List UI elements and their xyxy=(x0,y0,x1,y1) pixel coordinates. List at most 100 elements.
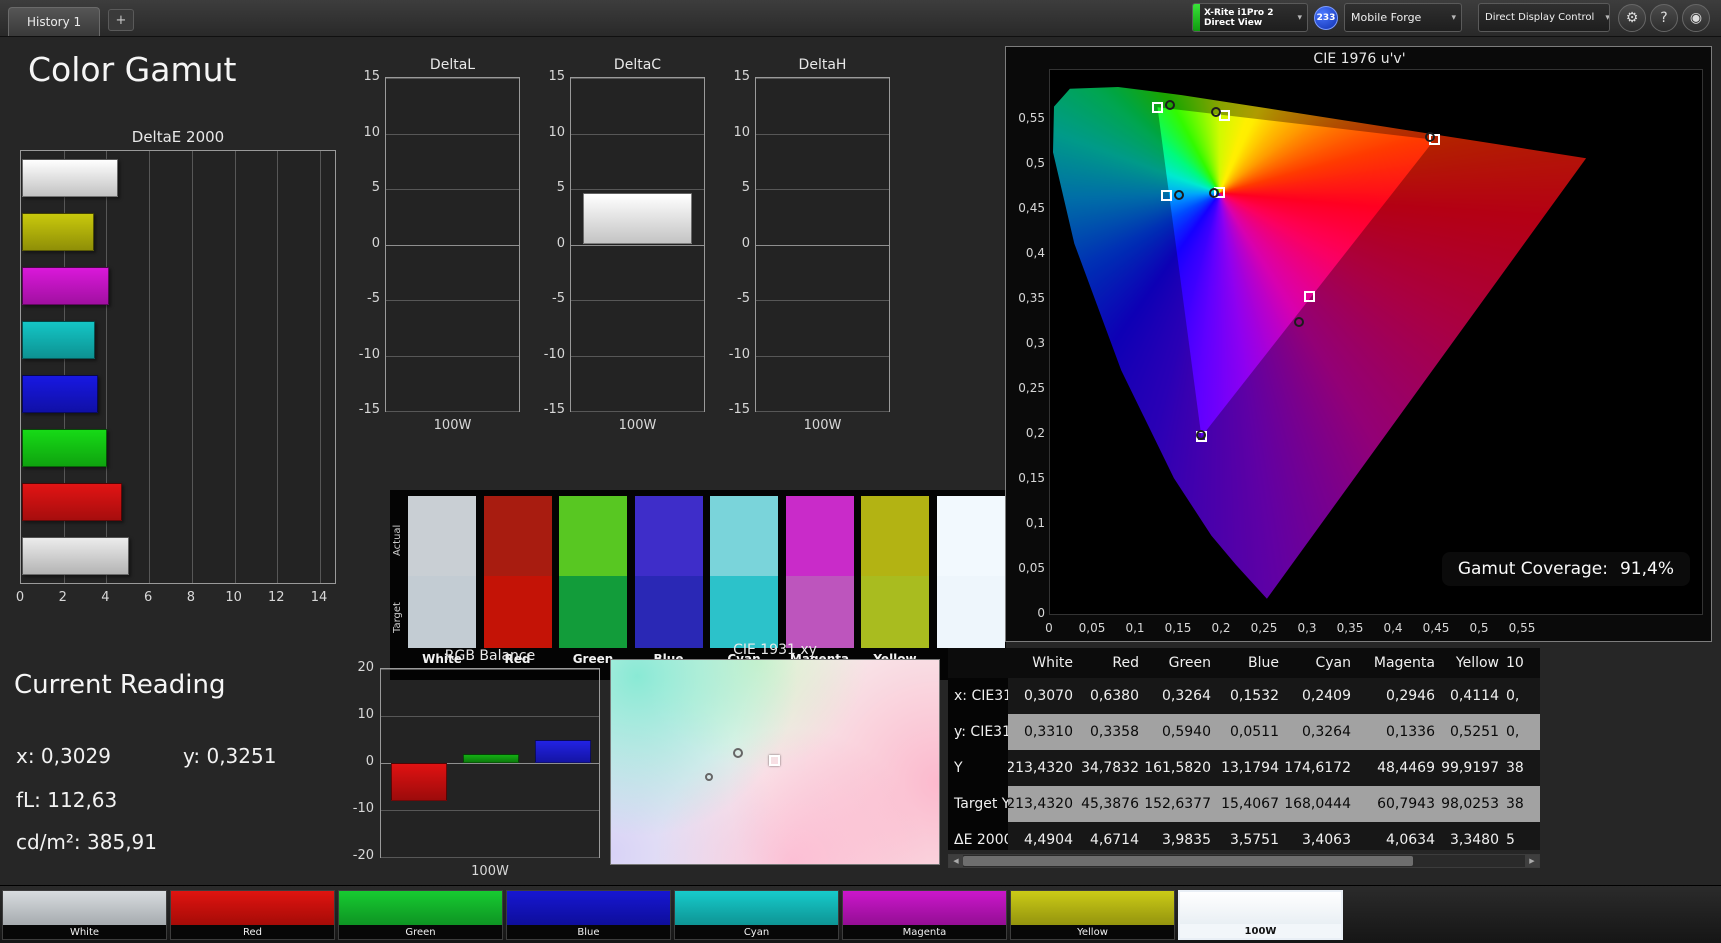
swatch-column-blue: Blue xyxy=(634,496,703,666)
patch-button-magenta[interactable]: Magenta xyxy=(842,890,1007,940)
swatch-column-cyan: Cyan xyxy=(710,496,778,666)
help-icon[interactable]: ? xyxy=(1650,4,1678,32)
delta-l-xlabel: 100W xyxy=(433,418,472,433)
table-row: Target Y 213,4320 45,3876 152,6377 15,4067 16… xyxy=(948,786,1540,822)
add-tab-button[interactable]: + xyxy=(108,9,134,31)
patch-button-blue[interactable]: Blue xyxy=(506,890,671,940)
delta-l-chart: DeltaL 100W 15 10 5 0 -5 -10 -15 xyxy=(352,57,552,435)
axis-tick-label: 0,15 xyxy=(1164,621,1192,635)
patch-swatch xyxy=(3,891,166,925)
axis-tick-label: 4 xyxy=(101,590,110,605)
scroll-left-arrow-icon[interactable]: ◀ xyxy=(949,855,963,867)
patch-label: Magenta xyxy=(843,925,1006,939)
grid-line xyxy=(320,151,322,583)
patch-button-red[interactable]: Red xyxy=(170,890,335,940)
table-cell: 0,4114 xyxy=(1440,678,1504,714)
meter-dropdown[interactable]: X-Rite i1Pro 2 Direct View ▾ xyxy=(1192,3,1308,32)
axis-tick-label: 12 xyxy=(268,590,285,605)
axis-tick-label: -10 xyxy=(352,801,374,816)
display-control-dropdown[interactable]: Direct Display Control ▾ xyxy=(1478,3,1610,32)
cie1976-title: CIE 1976 u'v' xyxy=(1313,51,1406,67)
tab-history-1[interactable]: History 1 xyxy=(8,7,101,36)
measurement-count-badge[interactable]: 233 xyxy=(1314,6,1338,30)
table-cell: 0,5251 xyxy=(1440,714,1504,750)
top-bar: History 1 + X-Rite i1Pro 2 Direct View ▾… xyxy=(0,0,1721,37)
axis-tick-label: 0,4 xyxy=(1025,246,1045,260)
axis-tick-label: -20 xyxy=(352,848,374,863)
display-control-label: Direct Display Control xyxy=(1485,12,1595,23)
pattern-window-icon[interactable]: ◉ xyxy=(1682,4,1710,32)
target-swatch xyxy=(710,576,778,648)
patch-button-yellow[interactable]: Yellow xyxy=(1010,890,1175,940)
axis-tick-label: 0 xyxy=(556,235,565,251)
target-swatch xyxy=(861,576,929,648)
table-cell: 3,5751 xyxy=(1216,822,1284,850)
axis-tick-label: 0,25 xyxy=(1250,621,1278,635)
grid-line xyxy=(234,151,236,583)
delta-h-xlabel: 100W xyxy=(803,418,842,433)
deltae-bar-yellow xyxy=(22,213,94,251)
axis-tick-label: 15 xyxy=(363,69,380,84)
page-title: Color Gamut xyxy=(28,50,237,89)
axis-tick-label: -10 xyxy=(358,346,380,362)
axis-tick-label: 0,2 xyxy=(1211,621,1231,635)
patch-button-white[interactable]: White xyxy=(2,890,167,940)
measurement-table: White Red Green Blue Cyan Magenta Yellow 10 x: C… xyxy=(948,648,1540,850)
grid-line xyxy=(571,411,704,412)
table-cell: 0, xyxy=(1504,678,1540,714)
table-cell: 0,5940 xyxy=(1144,714,1216,750)
workflow-dropdown[interactable]: Mobile Forge ▾ xyxy=(1344,3,1462,32)
patch-swatch xyxy=(171,891,334,925)
table-horizontal-scrollbar[interactable]: ◀ ▶ xyxy=(948,854,1540,868)
delta-bar-100w xyxy=(583,193,692,245)
axis-tick-label: 10 xyxy=(357,707,374,722)
swatch-column-red: Red xyxy=(483,496,552,666)
table-cell: 213,4320 xyxy=(1008,750,1078,786)
axis-tick-label: 0 xyxy=(1037,606,1045,620)
cie-measured-marker-white xyxy=(1209,187,1220,198)
table-cell: 13,1794 xyxy=(1216,750,1284,786)
axis-tick-label: 0,5 xyxy=(1025,156,1045,170)
settings-gear-icon[interactable]: ⚙ xyxy=(1618,4,1646,32)
deltae-bar-blue xyxy=(22,375,99,413)
table-cell: 0,6380 xyxy=(1078,678,1144,714)
table-cell: 34,7832 xyxy=(1078,750,1144,786)
axis-tick-label: 0,3 xyxy=(1297,621,1317,635)
axis-tick-label: 0,05 xyxy=(1078,621,1106,635)
rgb-bar-blue xyxy=(535,739,591,763)
grid-line xyxy=(149,151,151,583)
cie-target-marker-green xyxy=(1152,101,1163,113)
actual-swatch xyxy=(710,496,778,576)
table-cell: 168,0444 xyxy=(1284,786,1356,822)
axis-tick-label: 0,45 xyxy=(1018,201,1045,215)
table-cell: 38 xyxy=(1504,786,1540,822)
scrollbar-track[interactable] xyxy=(963,855,1525,867)
reading-fl: fL: 112,63 xyxy=(16,788,118,812)
table-cell: 5 xyxy=(1504,822,1540,850)
table-header-cell: Cyan xyxy=(1284,648,1356,678)
grid-line xyxy=(756,411,889,412)
axis-tick-label: -15 xyxy=(728,402,750,417)
axis-tick-label: 0,05 xyxy=(1018,561,1045,575)
cie1931-measured-circle-small xyxy=(705,773,714,782)
table-row: x: CIE31 0,3070 0,6380 0,3264 0,1532 0,2409 0,… xyxy=(948,678,1540,714)
target-swatch xyxy=(634,576,703,648)
table-cell: 161,5820 xyxy=(1144,750,1216,786)
axis-tick-label: 0,1 xyxy=(1025,516,1045,530)
patch-button-green[interactable]: Green xyxy=(338,890,503,940)
patch-label: Blue xyxy=(507,925,670,939)
grid-line xyxy=(756,355,889,357)
axis-tick-label: 0,5 xyxy=(1469,621,1489,635)
axis-tick-label: 0,35 xyxy=(1336,621,1364,635)
axis-tick-label: 0,55 xyxy=(1508,621,1536,635)
grid-line xyxy=(571,78,704,79)
patch-button-100w[interactable]: 100W xyxy=(1178,890,1343,940)
patch-button-cyan[interactable]: Cyan xyxy=(674,890,839,940)
workflow-label: Mobile Forge xyxy=(1351,11,1422,24)
patch-swatch xyxy=(843,891,1006,925)
cie1931-measured-circle xyxy=(733,747,744,758)
gamut-coverage-value: 91,4% xyxy=(1619,559,1674,579)
table-row: Y 213,4320 34,7832 161,5820 13,1794 174,6172 4… xyxy=(948,750,1540,786)
scroll-right-arrow-icon[interactable]: ▶ xyxy=(1525,855,1539,867)
scrollbar-thumb[interactable] xyxy=(963,856,1413,866)
